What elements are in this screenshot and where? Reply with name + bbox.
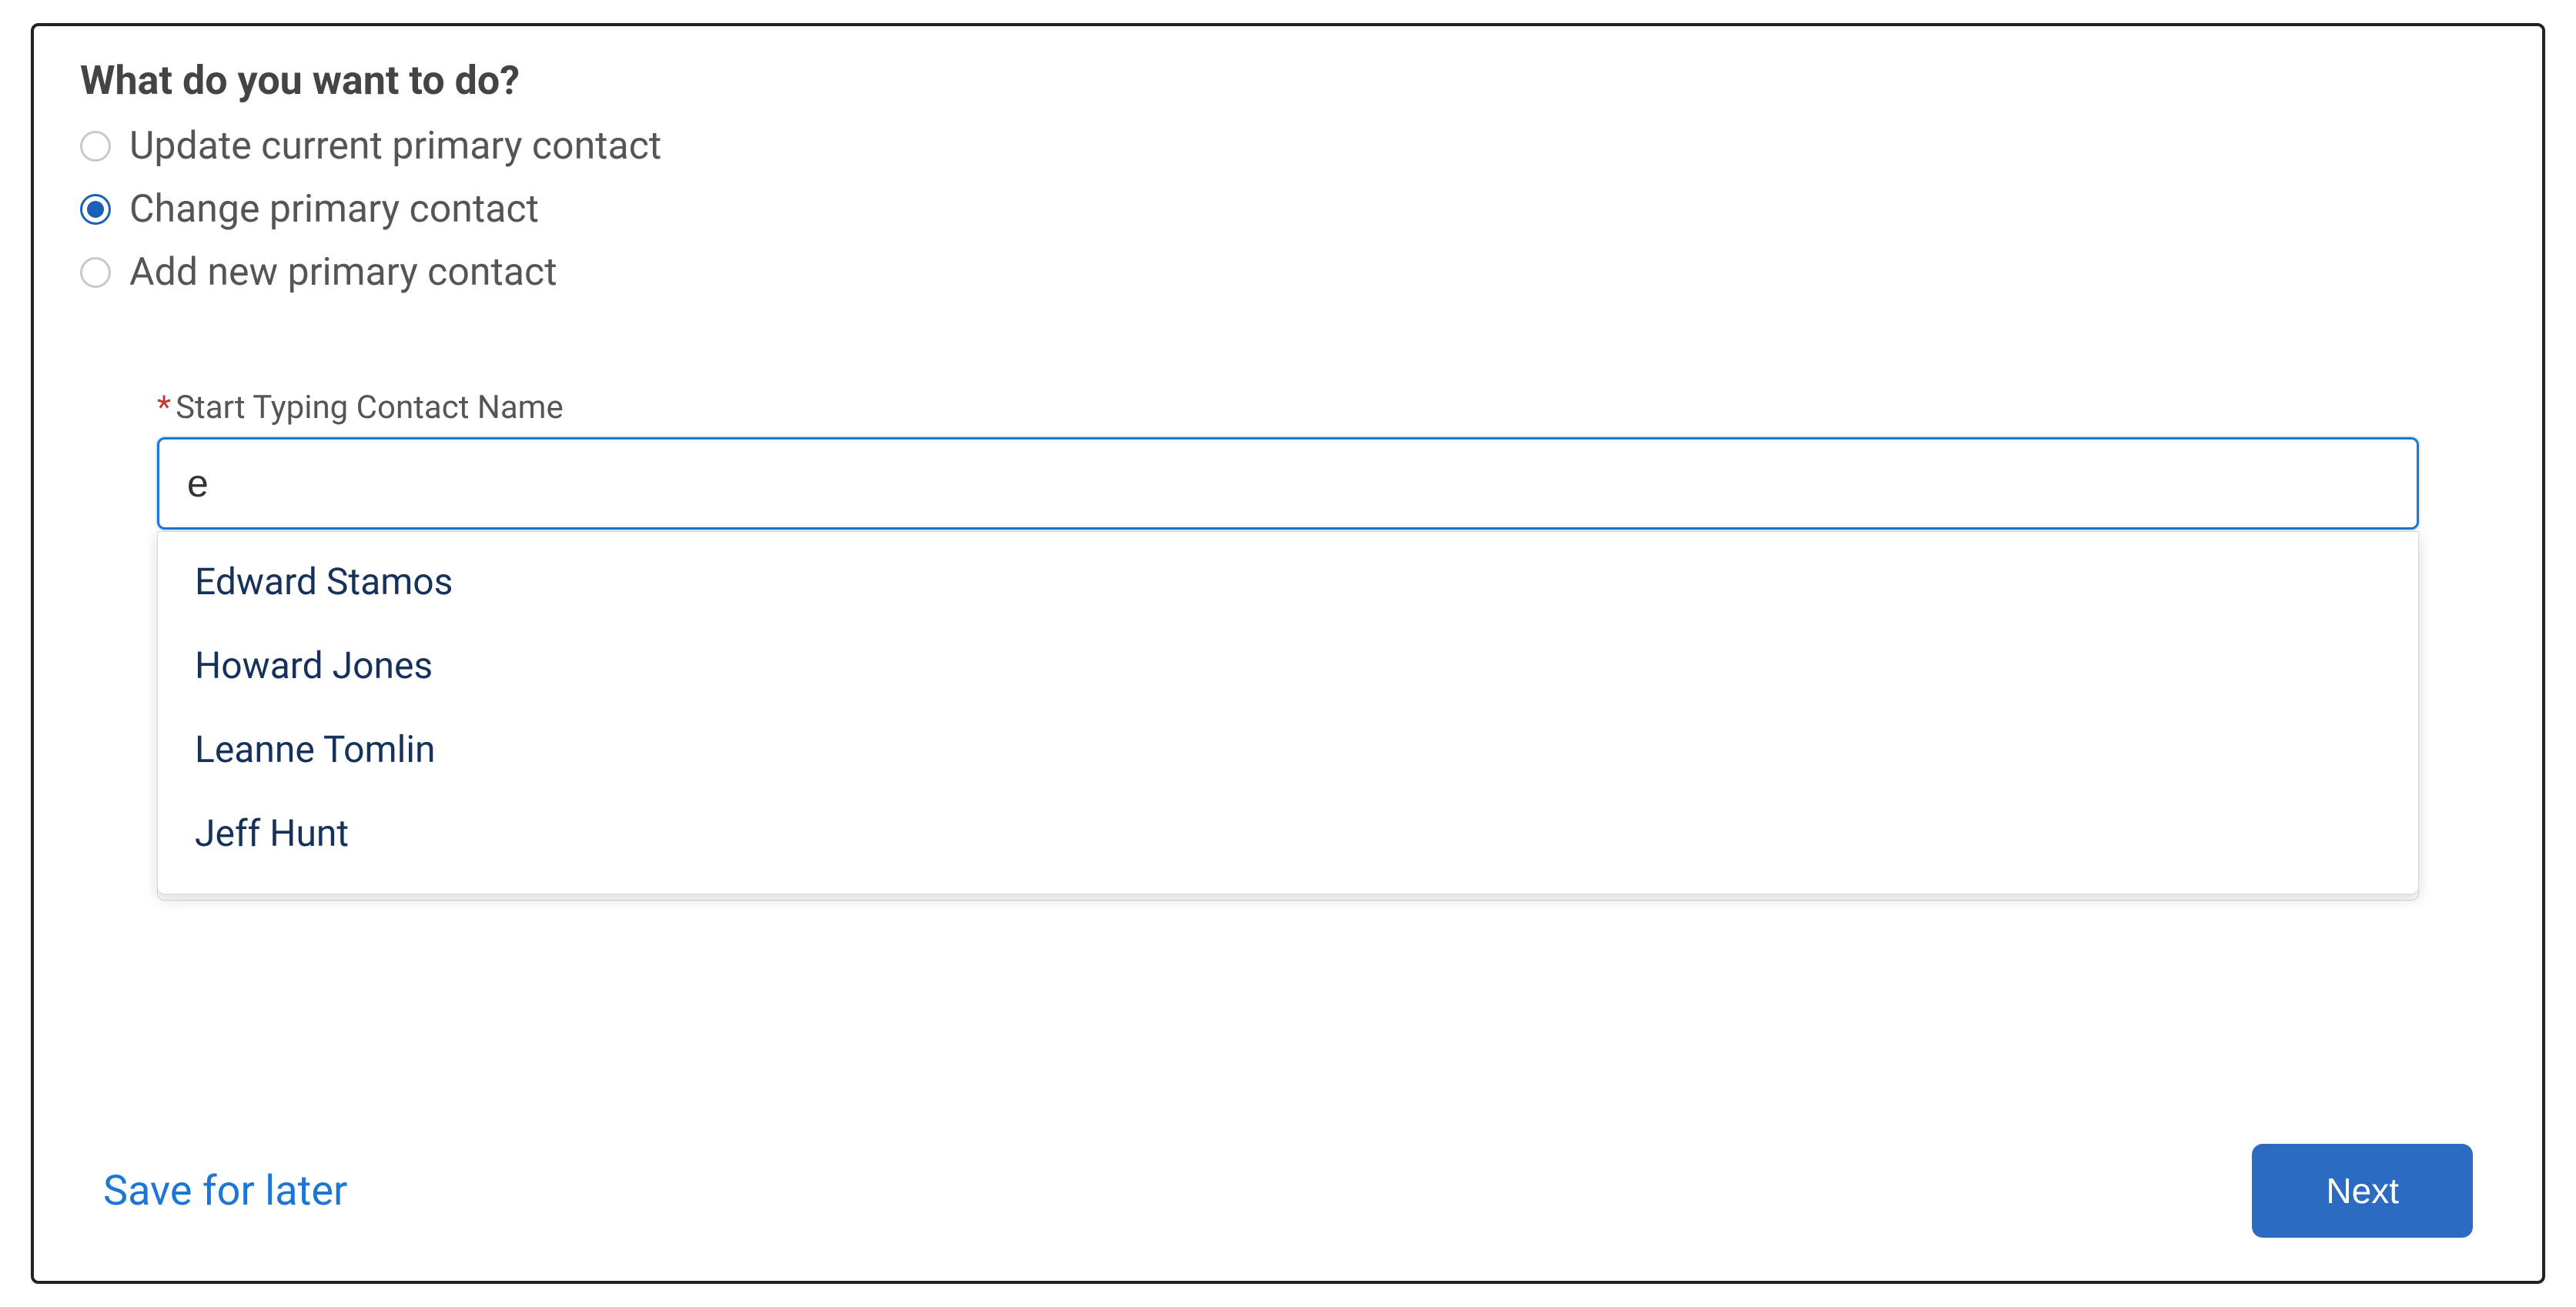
contact-input-label: *Start Typing Contact Name (157, 389, 2419, 426)
action-radio-group: Update current primary contact Change pr… (80, 115, 2496, 304)
contact-suggestions-dropdown: Edward Stamos Howard Jones Leanne Tomlin… (157, 531, 2419, 894)
radio-label: Change primary contact (129, 187, 539, 232)
suggestion-item[interactable]: Howard Jones (158, 623, 2418, 707)
radio-option-update[interactable]: Update current primary contact (80, 115, 2496, 178)
radio-icon (80, 257, 111, 288)
radio-option-add[interactable]: Add new primary contact (80, 241, 2496, 304)
flow-panel: What do you want to do? Update current p… (31, 23, 2545, 1284)
radio-icon (80, 131, 111, 162)
question-heading: What do you want to do? (80, 57, 2496, 104)
radio-option-change[interactable]: Change primary contact (80, 178, 2496, 241)
radio-icon (80, 194, 111, 225)
contact-name-input[interactable] (157, 437, 2419, 530)
radio-label: Update current primary contact (129, 124, 661, 169)
suggestion-item[interactable]: Leanne Tomlin (158, 707, 2418, 791)
save-for-later-link[interactable]: Save for later (103, 1167, 347, 1215)
required-marker: * (157, 389, 171, 426)
contact-lookup-field: *Start Typing Contact Name ▸ Edward Stam… (157, 389, 2419, 530)
suggestion-item[interactable]: Edward Stamos (158, 540, 2418, 623)
suggestion-item[interactable]: Jeff Hunt (158, 791, 2418, 875)
radio-label: Add new primary contact (129, 250, 557, 295)
footer-bar: Save for later Next (103, 1144, 2473, 1238)
next-button[interactable]: Next (2252, 1144, 2473, 1238)
